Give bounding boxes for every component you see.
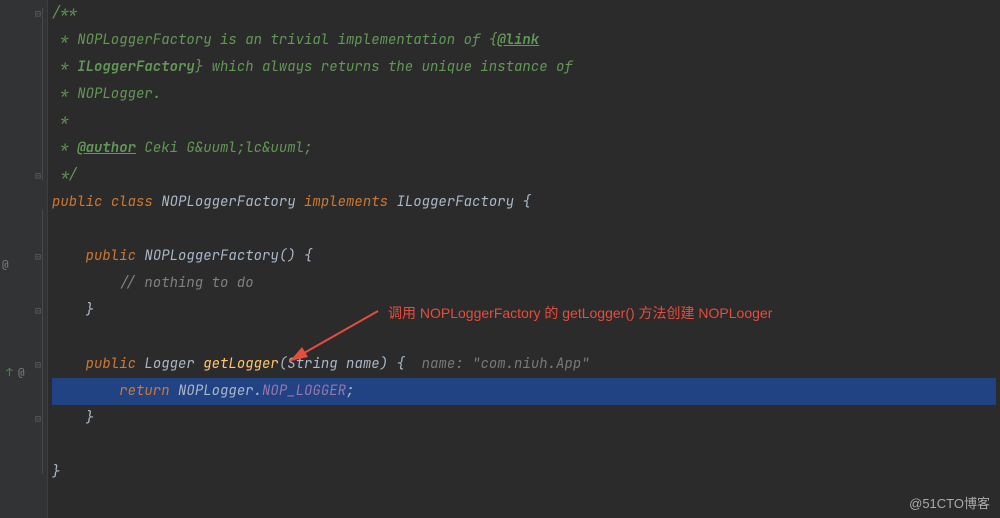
fold-close-icon[interactable]: ⊟ (35, 405, 45, 432)
fold-icons: ⊟ ⊟ ⊟ ⊟ ⊟ ⊟ (35, 0, 45, 486)
gutter: @ ↑ @ ⊟ ⊟ ⊟ ⊟ ⊟ ⊟ (0, 0, 48, 518)
doc-text: } which always returns the unique instan… (195, 58, 573, 76)
fold-close-icon[interactable]: ⊟ (35, 297, 45, 324)
semicolon: ; (346, 382, 354, 400)
doc-text: * (52, 31, 77, 49)
brace: } (86, 301, 94, 319)
doc-text: * (52, 112, 69, 130)
static-field: NOP_LOGGER (262, 382, 346, 400)
keyword-public: public (52, 193, 102, 211)
doc-text: Ceki G&uuml;lc&uuml; (136, 139, 312, 157)
params: () { (279, 247, 313, 265)
doc-close: */ (52, 166, 77, 184)
annotation-text: 调用 NOPLoggerFactory 的 getLogger() 方法创建 N… (388, 303, 772, 323)
brace: } (52, 463, 60, 481)
brace: { (514, 193, 531, 211)
fold-open-icon[interactable]: ⊟ (35, 243, 45, 270)
gutter-marker-diff: ↑ (6, 366, 13, 380)
return-type: Logger (144, 355, 194, 373)
comment: // nothing to do (119, 274, 253, 292)
code-content[interactable]: /** * NOPLoggerFactory is an trivial imp… (48, 0, 1000, 518)
keyword-return: return (119, 382, 169, 400)
doc-classname: ILoggerFactory (77, 58, 195, 76)
interface-name: ILoggerFactory (396, 193, 514, 211)
doc-link-tag: @link (497, 31, 539, 49)
method-name: getLogger (203, 355, 279, 373)
arrow-icon (278, 303, 388, 373)
param-hint-value: "com.niuh.App" (472, 355, 590, 373)
code-editor: @ ↑ @ ⊟ ⊟ ⊟ ⊟ ⊟ ⊟ /** * NOPLoggerFactory… (0, 0, 1000, 518)
fold-open-icon[interactable]: ⊟ (35, 0, 45, 27)
gutter-marker-at: @ (2, 258, 9, 272)
doc-text: NOPLoggerFactory is an trivial implement… (77, 31, 497, 49)
gutter-marker-at2: @ (18, 366, 25, 380)
constructor-name: NOPLoggerFactory (144, 247, 278, 265)
watermark: @51CTO博客 (909, 493, 990, 512)
doc-text: * NOPLogger. (52, 85, 161, 103)
class-name: NOPLoggerFactory (161, 193, 295, 211)
return-object: NOPLogger. (178, 382, 262, 400)
doc-open: /** (52, 4, 77, 22)
keyword-class: class (111, 193, 153, 211)
doc-author-tag: @author (77, 139, 136, 157)
keyword-public: public (86, 247, 136, 265)
doc-text: * (52, 139, 77, 157)
keyword-public: public (86, 355, 136, 373)
fold-open-icon[interactable]: ⊟ (35, 351, 45, 378)
param-hint-label: name: (422, 355, 464, 373)
doc-text: * (52, 58, 77, 76)
brace: } (86, 409, 94, 427)
fold-close-icon[interactable]: ⊟ (35, 162, 45, 189)
keyword-implements: implements (304, 193, 388, 211)
